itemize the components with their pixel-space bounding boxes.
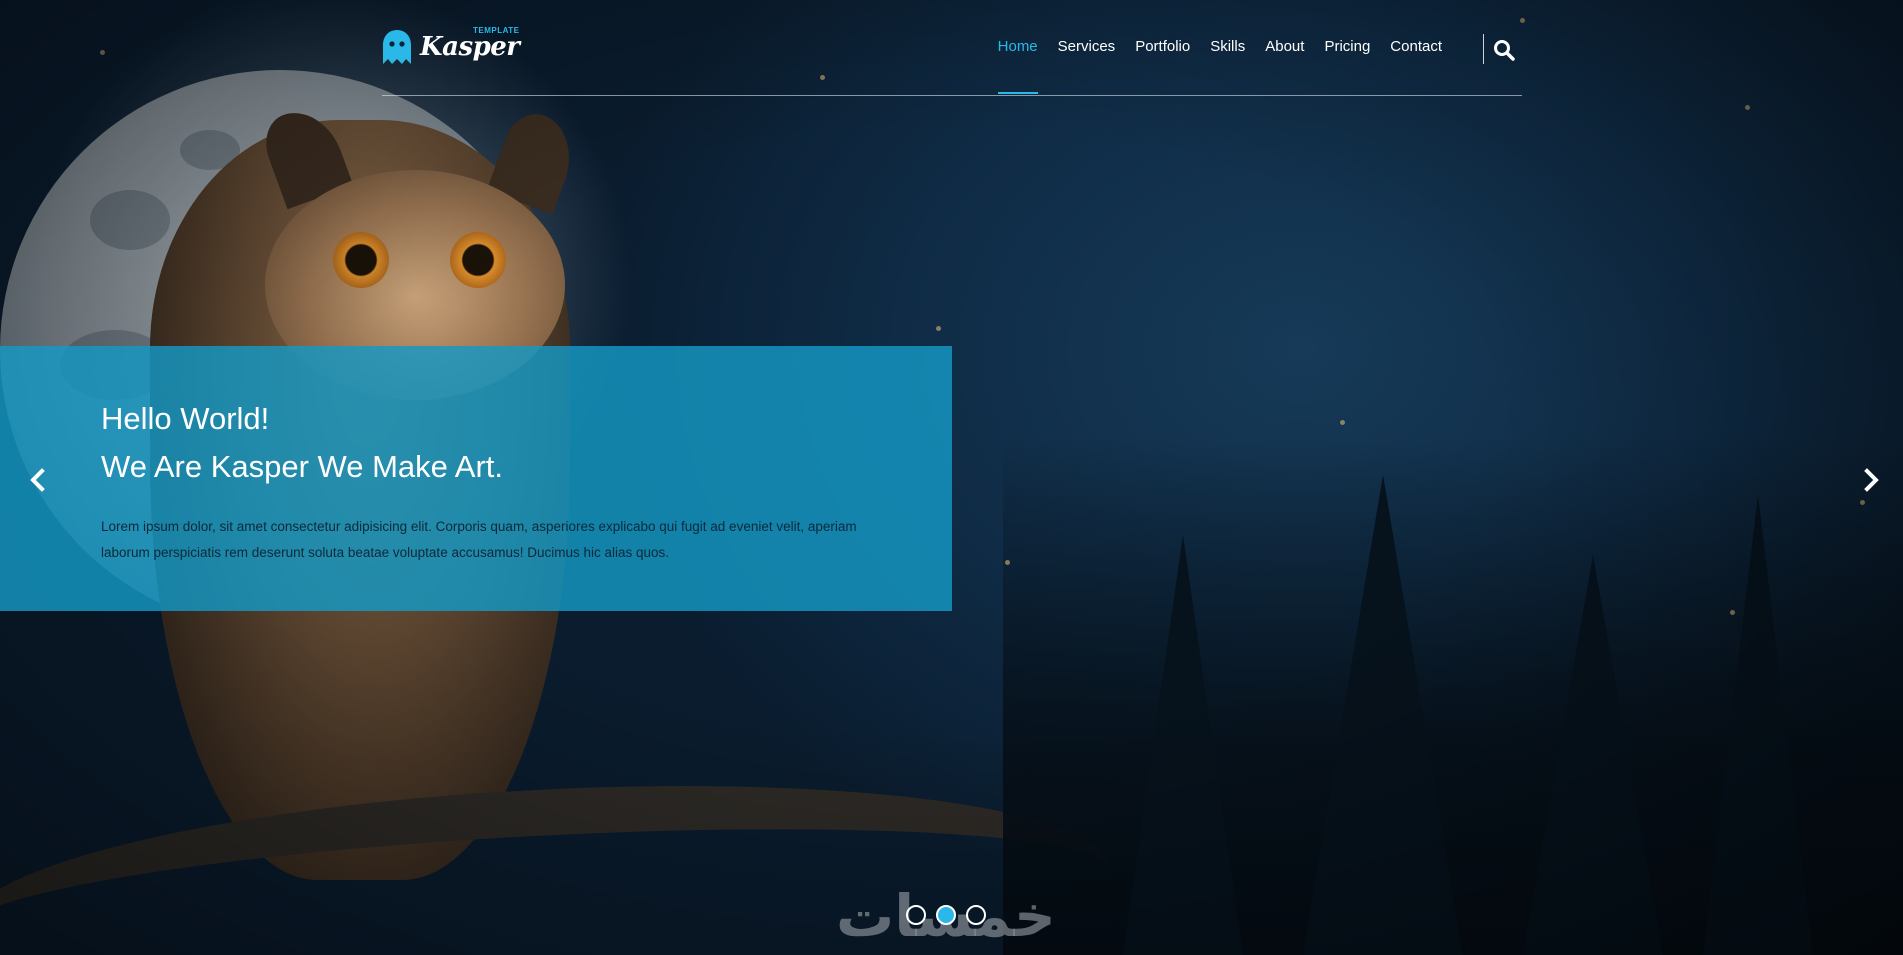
slide-caption-panel: Hello World! We Are Kasper We Make Art. … xyxy=(0,346,952,611)
logo-name: Kasper xyxy=(420,32,520,62)
nav-contact[interactable]: Contact xyxy=(1390,38,1442,55)
nav-services[interactable]: Services xyxy=(1058,38,1116,55)
nav-about[interactable]: About xyxy=(1265,38,1304,55)
site-header: Kasper TEMPLATE Home Services Portfolio … xyxy=(382,0,1522,96)
slider-indicators xyxy=(906,905,986,925)
logo-tag: TEMPLATE xyxy=(473,26,520,35)
ghost-icon xyxy=(382,29,412,65)
search-icon xyxy=(1492,40,1516,66)
next-slide-button[interactable] xyxy=(1857,466,1885,494)
slider-dot-2[interactable] xyxy=(936,905,956,925)
search-button[interactable] xyxy=(1492,38,1516,62)
slider-dot-3[interactable] xyxy=(966,905,986,925)
slide-title-line2: We Are Kasper We Make Art. xyxy=(101,449,504,484)
nav-pricing[interactable]: Pricing xyxy=(1324,38,1370,55)
slide-title-line1: Hello World! xyxy=(101,401,270,436)
logo-text: Kasper TEMPLATE xyxy=(420,26,520,62)
logo[interactable]: Kasper TEMPLATE xyxy=(382,26,520,68)
slide-description: Lorem ipsum dolor, sit amet consectetur … xyxy=(101,519,857,560)
main-nav: Home Services Portfolio Skills About Pri… xyxy=(997,38,1442,94)
nav-home[interactable]: Home xyxy=(997,38,1038,94)
chevron-right-icon xyxy=(1857,468,1885,498)
search-divider xyxy=(1483,34,1484,64)
nav-skills[interactable]: Skills xyxy=(1210,38,1245,55)
nav-portfolio[interactable]: Portfolio xyxy=(1135,38,1190,55)
slider-dot-1[interactable] xyxy=(906,905,926,925)
prev-slide-button[interactable] xyxy=(24,466,52,494)
chevron-left-icon xyxy=(24,468,52,498)
